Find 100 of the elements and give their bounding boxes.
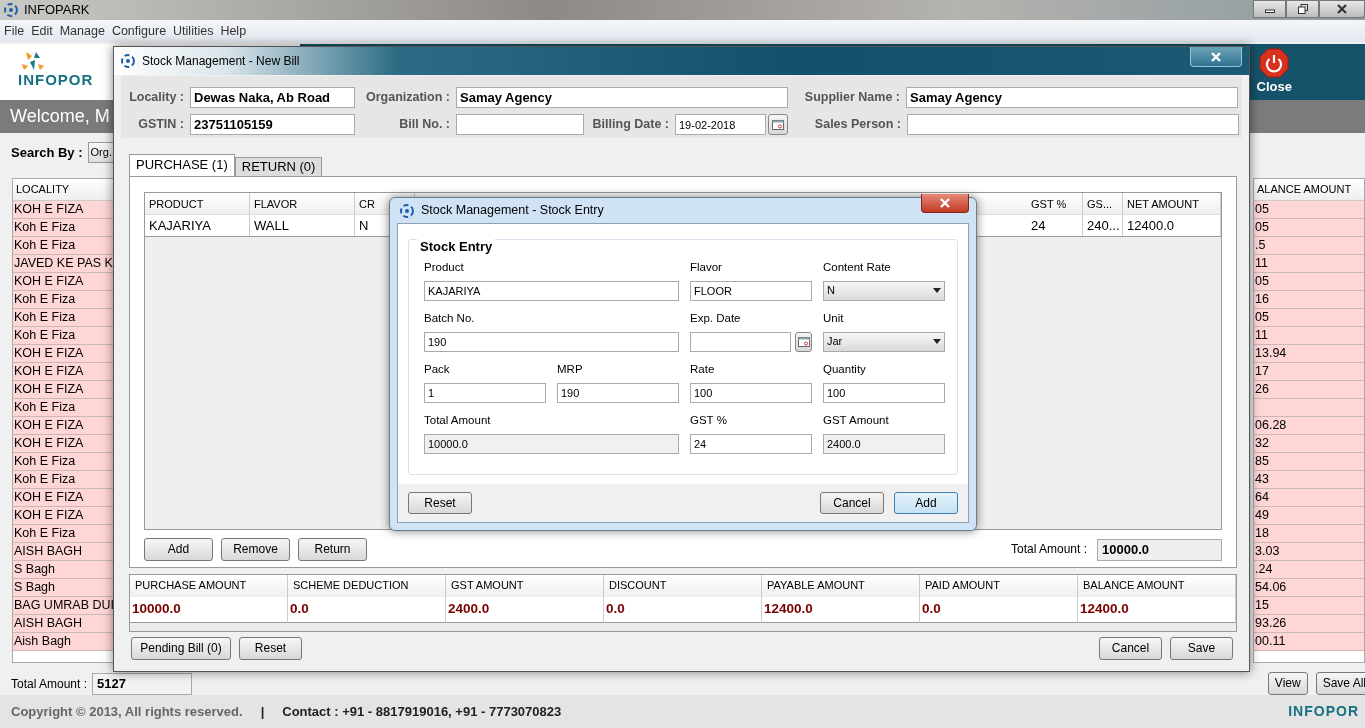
text-field[interactable]: 100 [690, 382, 812, 403]
logo-text: INFOPOR [1288, 703, 1359, 720]
field-label: Organization : [364, 90, 451, 105]
text-field[interactable] [456, 114, 584, 135]
text-field[interactable]: 190 [424, 331, 679, 352]
text-field[interactable]: 10000.0 [424, 433, 679, 454]
field-label: Supplier Name : [803, 90, 901, 105]
field-label: Flavor [690, 260, 723, 275]
table-cell: WALL [250, 215, 355, 236]
minimize-button[interactable] [1253, 0, 1286, 18]
text-field[interactable]: 100 [823, 382, 945, 403]
calendar-button[interactable] [795, 331, 812, 352]
field-label: Batch No. [424, 311, 476, 326]
action-button[interactable]: Add [144, 538, 213, 561]
text-field[interactable]: 1 [424, 382, 546, 403]
table-cell: 15 [1254, 597, 1364, 615]
total-label: Total Amount : [1010, 542, 1087, 557]
text-field[interactable]: Samay Agency [456, 87, 788, 108]
text-field[interactable]: 24 [690, 433, 812, 454]
dropdown[interactable]: Jar [823, 331, 945, 352]
calendar-button[interactable] [768, 114, 788, 135]
logo-text: INFOPOR [18, 72, 94, 87]
close-icon [940, 198, 950, 208]
copyright-text: Copyright © 2013, All rights reserved. [11, 703, 243, 720]
text-field[interactable]: 23751105159 [190, 114, 355, 135]
action-button[interactable]: Add [894, 492, 958, 514]
table-cell: .24 [1254, 561, 1364, 579]
field-label: Sales Person : [813, 117, 902, 132]
action-button[interactable]: Reset [408, 492, 472, 514]
text-field[interactable]: 190 [557, 382, 679, 403]
table-cell: 05 [1254, 201, 1364, 219]
menu-item[interactable]: Configure [111, 23, 167, 39]
tab[interactable]: PURCHASE (1) [129, 154, 235, 176]
field-label: Locality : [128, 90, 185, 105]
close-button[interactable] [921, 194, 969, 213]
text-field[interactable]: KAJARIYA [424, 280, 679, 301]
table-cell: 05 [1254, 273, 1364, 291]
text-field[interactable]: Dewas Naka, Ab Road [190, 87, 355, 108]
tab[interactable]: RETURN (0) [234, 157, 323, 176]
table-cell: 12400.0 [1123, 215, 1221, 236]
action-button[interactable]: View [1267, 672, 1308, 695]
dialog-title: Stock Management - Stock Entry [421, 203, 604, 218]
restore-icon [1297, 4, 1308, 14]
action-button[interactable]: Remove [221, 538, 290, 561]
text-field[interactable]: FLOOR [690, 280, 812, 301]
action-button[interactable]: Save [1170, 637, 1233, 660]
field-label: MRP [557, 362, 584, 377]
action-button[interactable]: Return [298, 538, 367, 561]
field-label: GSTIN : [137, 117, 185, 132]
column-header: GS... [1083, 193, 1123, 214]
close-button[interactable] [1190, 47, 1242, 67]
menu-item[interactable]: Edit [31, 23, 53, 39]
dialog-title: Stock Management - New Bill [142, 53, 300, 69]
field-label: Pack [424, 362, 451, 377]
column-header: GST AMOUNT [446, 575, 604, 597]
table-cell: 93.26 [1254, 615, 1364, 633]
table-cell: 49 [1254, 507, 1364, 525]
action-button[interactable]: Cancel [1099, 637, 1162, 660]
search-label: Search By : [11, 144, 83, 161]
total-label: Total Amount : [11, 676, 88, 693]
search-select[interactable]: Org. [87, 142, 114, 163]
action-button[interactable]: Pending Bill (0) [131, 637, 231, 660]
maximize-button[interactable] [1286, 0, 1319, 18]
field-label: Unit [823, 311, 845, 326]
menu-item[interactable]: Utilities [173, 23, 214, 39]
column-header: NET AMOUNT [1123, 193, 1221, 214]
action-button[interactable]: Save All [1315, 672, 1365, 695]
text-field[interactable]: 2400.0 [823, 433, 945, 454]
action-button[interactable]: Cancel [820, 492, 884, 514]
column-header: BALANCE AMOUNT [1078, 575, 1236, 597]
action-button[interactable]: Reset [239, 637, 302, 660]
date-field[interactable] [690, 331, 792, 352]
date-field[interactable]: 19-02-2018 [675, 114, 766, 135]
column-header: PURCHASE AMOUNT [130, 575, 288, 597]
table-cell: 54.06 [1254, 579, 1364, 597]
caret-icon [933, 339, 941, 345]
menu-item[interactable]: File [4, 23, 25, 39]
table-cell: 13.94 [1254, 345, 1364, 363]
table-cell: 240... [1083, 215, 1123, 236]
close-button[interactable]: Close [1256, 44, 1292, 100]
table-cell: 26 [1254, 381, 1364, 399]
table-cell: 11 [1254, 327, 1364, 345]
column-header: GST % [1027, 193, 1083, 214]
close-icon [1337, 4, 1347, 14]
text-field[interactable]: Samay Agency [906, 87, 1238, 108]
close-icon [1211, 51, 1221, 62]
column-header: DISCOUNT [604, 575, 762, 597]
menu-item[interactable]: Help [220, 23, 247, 39]
table-cell: 11 [1254, 255, 1364, 273]
table-cell: 18 [1254, 525, 1364, 543]
table-cell: 06.28 [1254, 417, 1364, 435]
app-icon [120, 53, 136, 69]
contact-text: Contact : +91 - 8817919016, +91 - 7773070823 [282, 703, 562, 720]
field-label: Product [424, 260, 465, 275]
text-field[interactable] [907, 114, 1239, 135]
dropdown[interactable]: N [823, 280, 945, 301]
close-button[interactable] [1319, 0, 1365, 18]
table-cell: 05 [1254, 309, 1364, 327]
calendar-icon [772, 119, 784, 130]
menu-item[interactable]: Manage [59, 23, 105, 39]
